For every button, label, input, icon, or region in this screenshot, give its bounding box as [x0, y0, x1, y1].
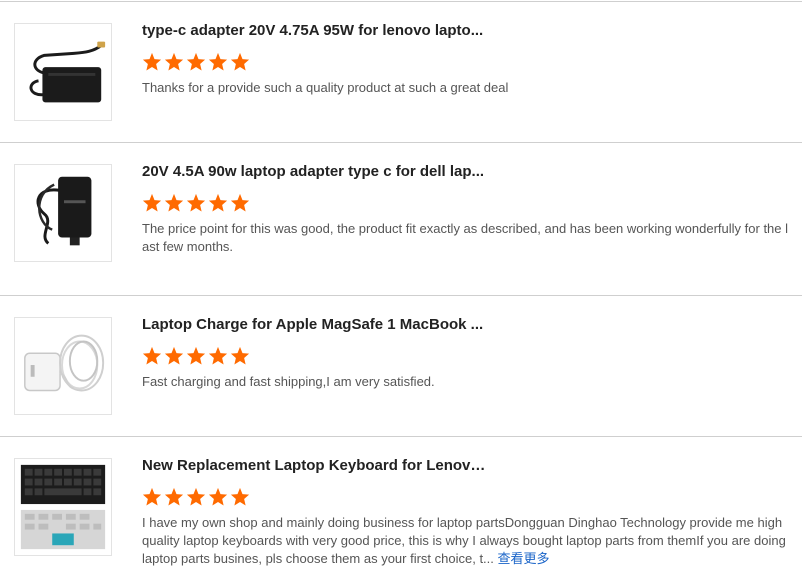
review-item: New Replacement Laptop Keyboard for Leno… — [0, 436, 802, 568]
star-icon — [164, 193, 184, 212]
review-text: Thanks for a provide such a quality prod… — [142, 80, 509, 95]
star-icon — [230, 346, 250, 365]
star-icon — [186, 52, 206, 71]
laptop-adapter-image — [29, 41, 106, 103]
rating-stars — [142, 487, 250, 506]
review-text: The price point for this was good, the p… — [142, 221, 789, 254]
star-icon — [164, 52, 184, 71]
star-icon — [208, 193, 228, 212]
keyboard-image — [20, 464, 106, 550]
rating-stars — [142, 193, 250, 212]
product-thumbnail[interactable] — [14, 458, 112, 556]
magsafe-charger-image — [24, 334, 105, 392]
product-thumbnail[interactable] — [14, 164, 112, 262]
review-text: I have my own shop and mainly doing busi… — [142, 514, 792, 568]
star-icon — [208, 52, 228, 71]
star-icon — [164, 346, 184, 365]
star-icon — [230, 52, 250, 71]
rating-stars — [142, 52, 250, 71]
star-icon — [208, 487, 228, 506]
review-item: Laptop Charge for Apple MagSafe 1 MacBoo… — [0, 295, 802, 437]
star-icon — [186, 193, 206, 212]
dell-adapter-image — [36, 176, 92, 246]
star-icon — [142, 346, 162, 365]
product-thumbnail[interactable] — [14, 317, 112, 415]
review-text-body: I have my own shop and mainly doing busi… — [142, 515, 786, 566]
rating-stars — [142, 346, 250, 365]
product-title[interactable]: 20V 4.5A 90w laptop adapter type c for d… — [142, 163, 487, 180]
review-item: 20V 4.5A 90w laptop adapter type c for d… — [0, 142, 802, 296]
product-title[interactable]: Laptop Charge for Apple MagSafe 1 MacBoo… — [142, 316, 487, 333]
product-title[interactable]: type-c adapter 20V 4.75A 95W for lenovo … — [142, 22, 487, 39]
product-title[interactable]: New Replacement Laptop Keyboard for Leno… — [142, 457, 487, 474]
review-text: Fast charging and fast shipping,I am ver… — [142, 374, 435, 389]
read-more-link[interactable]: 查看更多 — [498, 551, 550, 566]
star-icon — [142, 193, 162, 212]
product-thumbnail[interactable] — [14, 23, 112, 121]
star-icon — [142, 52, 162, 71]
star-icon — [208, 346, 228, 365]
review-item: type-c adapter 20V 4.75A 95W for lenovo … — [0, 1, 802, 143]
star-icon — [230, 193, 250, 212]
star-icon — [230, 487, 250, 506]
star-icon — [186, 346, 206, 365]
star-icon — [186, 487, 206, 506]
star-icon — [164, 487, 184, 506]
star-icon — [142, 487, 162, 506]
